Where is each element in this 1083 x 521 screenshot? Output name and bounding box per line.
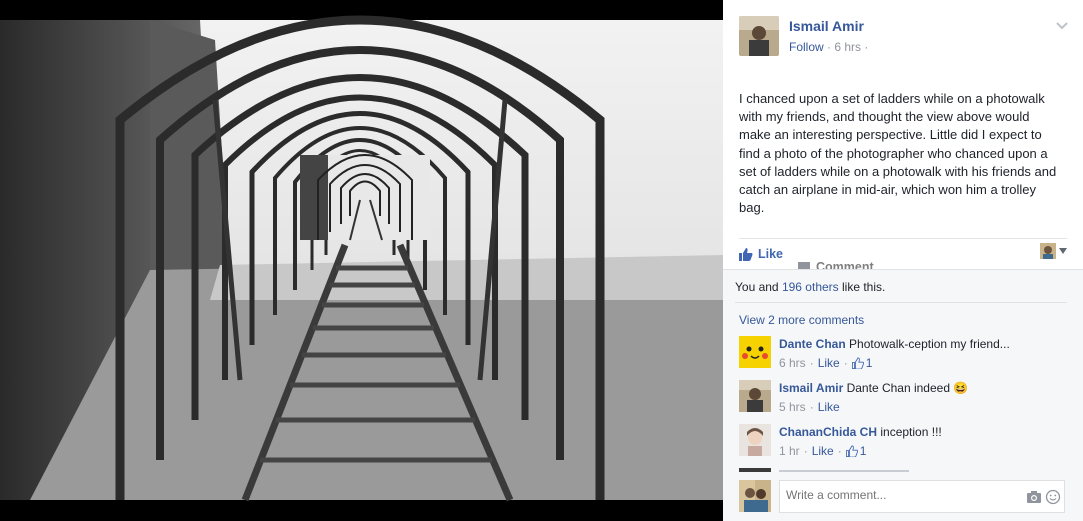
post-meta: Follow · 6 hrs ·	[789, 40, 868, 54]
comment-like-link[interactable]: Like	[812, 444, 834, 458]
comment-like-link[interactable]: Like	[818, 400, 840, 414]
view-more-comments[interactable]: View 2 more comments	[739, 313, 864, 327]
post-actions: Like Comment	[739, 238, 1067, 274]
laughing-emoji-icon: 😆	[953, 381, 969, 395]
divider	[735, 302, 1067, 303]
post-time[interactable]: 6 hrs	[834, 40, 861, 54]
post-sidebar: Ismail Amir Follow · 6 hrs · I chanced u…	[723, 0, 1083, 521]
camera-icon[interactable]	[1026, 489, 1042, 505]
commenter-avatar[interactable]	[739, 380, 771, 412]
likes-others-link[interactable]: 196 others	[782, 280, 839, 294]
meta-separator: ·	[809, 400, 814, 414]
comment-like-count[interactable]: 1	[845, 444, 867, 458]
post-header: Ismail Amir Follow · 6 hrs ·	[739, 16, 1069, 60]
author-avatar[interactable]	[739, 16, 779, 56]
thumbs-up-icon	[739, 248, 753, 261]
like-button[interactable]: Like	[739, 247, 783, 261]
meta-separator: ·	[803, 444, 808, 458]
likes-prefix: You and	[735, 280, 782, 294]
likes-suffix: like this.	[838, 280, 886, 294]
commenter-name[interactable]: Dante Chan	[779, 337, 846, 351]
follow-link[interactable]: Follow	[789, 40, 824, 54]
comment-input-box[interactable]	[779, 480, 1065, 513]
comment-text: Dante Chan indeed	[846, 381, 951, 395]
dropdown-caret-icon	[1059, 248, 1067, 254]
comment-composer	[723, 480, 1083, 521]
comment-likes-number: 1	[859, 444, 867, 458]
comment-input[interactable]	[784, 487, 1008, 503]
commenter-name[interactable]: Ismail Amir	[779, 381, 843, 395]
emoji-icon[interactable]	[1045, 489, 1061, 505]
author-name[interactable]: Ismail Amir	[789, 18, 864, 34]
thumbs-up-icon	[845, 445, 858, 457]
comment-text: Photowalk-ception my friend...	[849, 337, 1010, 351]
comment-item: Dante Chan Photowalk-ception my friend..…	[739, 336, 1069, 376]
actor-avatar	[1040, 243, 1056, 259]
meta-separator: ·	[809, 356, 814, 370]
commenter-avatar[interactable]	[739, 424, 771, 456]
photo-viewer[interactable]	[0, 0, 723, 520]
comment-time[interactable]: 6 hrs	[779, 356, 806, 370]
comment-time[interactable]: 5 hrs	[779, 400, 806, 414]
comment-meta: 6 hrs · Like · 1	[779, 356, 872, 370]
comment-likes-number: 1	[865, 356, 873, 370]
comment-body: Ismail Amir Dante Chan indeed 😆	[779, 380, 968, 396]
meta-separator: ·	[827, 40, 832, 54]
comment-meta: 1 hr · Like · 1	[779, 444, 866, 458]
comment-text: inception !!!	[880, 425, 942, 439]
meta-separator: ·	[864, 40, 869, 54]
chevron-down-icon[interactable]	[1055, 18, 1069, 32]
meta-separator: ·	[843, 356, 848, 370]
commenter-name[interactable]: ChananChida CH	[779, 425, 877, 439]
post-text: I chanced upon a set of ladders while on…	[739, 91, 1057, 216]
comment-time[interactable]: 1 hr	[779, 444, 800, 458]
comment-item-partial	[739, 468, 1069, 472]
comment-meta: 5 hrs · Like	[779, 400, 840, 414]
ladder-photo	[0, 0, 723, 520]
comment-like-count[interactable]: 1	[851, 356, 873, 370]
feedback-section: You and 196 others like this. View 2 mor…	[723, 269, 1083, 521]
likes-summary: You and 196 others like this.	[735, 280, 885, 294]
comment-like-link[interactable]: Like	[818, 356, 840, 370]
like-label: Like	[758, 247, 784, 261]
comment-body: Dante Chan Photowalk-ception my friend..…	[779, 336, 1010, 352]
comment-body: ChananChida CH inception !!!	[779, 424, 942, 440]
commenter-avatar[interactable]	[739, 336, 771, 368]
current-user-avatar[interactable]	[739, 480, 771, 512]
meta-separator: ·	[837, 444, 842, 458]
comment-item: ChananChida CH inception !!! 1 hr · Like…	[739, 424, 1069, 464]
comment-item: Ismail Amir Dante Chan indeed 😆 5 hrs · …	[739, 380, 1069, 420]
actor-selector[interactable]	[1040, 243, 1067, 259]
thumbs-up-icon	[851, 357, 864, 369]
